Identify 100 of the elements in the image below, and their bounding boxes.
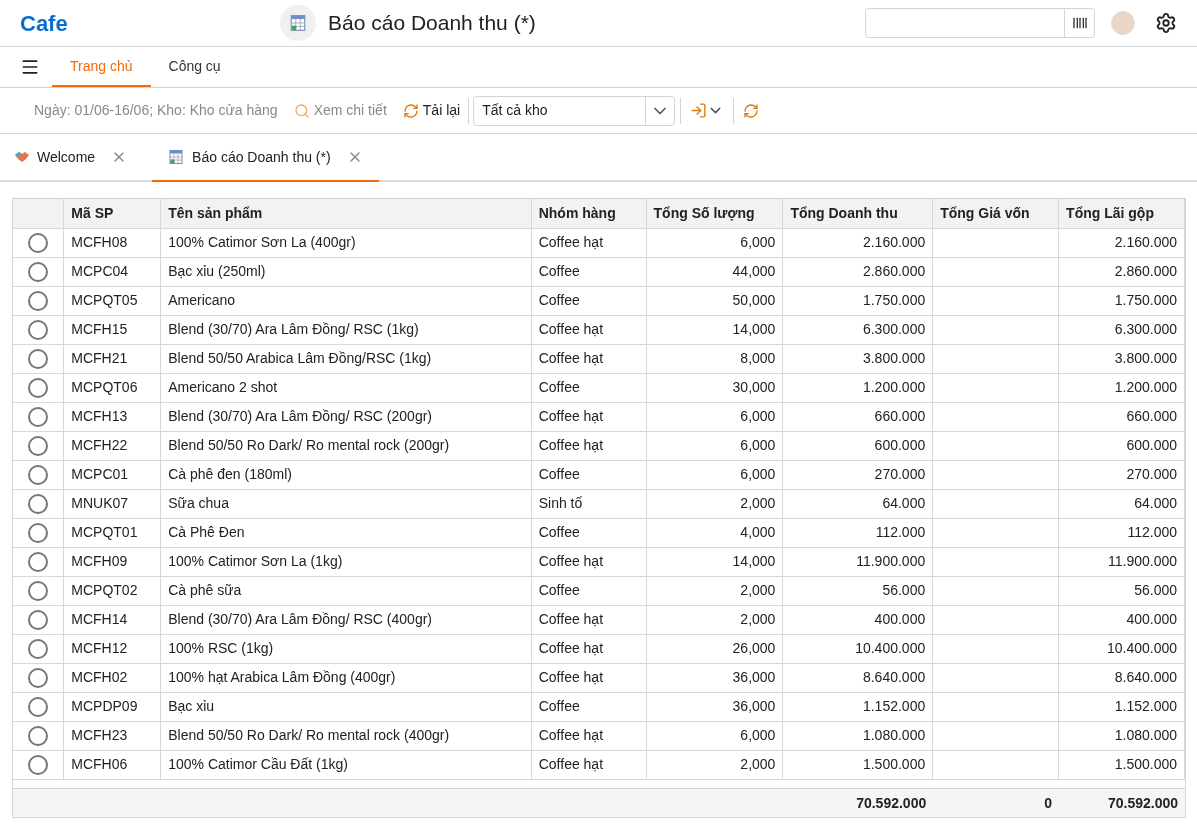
row-radio[interactable] [28, 465, 49, 486]
table-cell: 6,000 [646, 228, 783, 257]
table-cell: Coffee hạt [531, 547, 647, 576]
table-cell: 112.000 [1058, 518, 1185, 547]
table-cell: 44,000 [646, 257, 783, 286]
document-tab[interactable]: Báo cáo Doanh thu (*) [152, 134, 379, 182]
table-cell: 100% Catimor Sơn La (1kg) [160, 547, 532, 576]
table-cell: Coffee hạt [531, 605, 647, 634]
table-cell: Coffee [531, 692, 647, 721]
warehouse-dropdown[interactable]: Tất cả kho [473, 95, 676, 126]
row-radio[interactable] [28, 407, 49, 428]
barcode-icon[interactable] [1071, 15, 1088, 31]
table-cell: MCPDP09 [63, 692, 161, 721]
column-header[interactable]: Nhóm hàng [531, 199, 647, 228]
table-cell: Sữa chua [160, 489, 532, 518]
table-cell: 112.000 [782, 518, 933, 547]
table-cell: Coffee [531, 460, 647, 489]
column-header[interactable]: Tổng Giá vốn [932, 199, 1059, 228]
table-cell: MCFH21 [63, 344, 161, 373]
table-cell: Blend (30/70) Ara Lâm Đồng/ RSC (200gr) [160, 402, 532, 431]
row-radio[interactable] [28, 552, 49, 573]
total-value: 0 [1044, 793, 1053, 813]
table-cell: 6,000 [646, 431, 783, 460]
column-header[interactable]: Tổng Doanh thu [782, 199, 933, 228]
table-cell: Coffee hạt [531, 750, 647, 779]
table-cell: MCFH14 [63, 605, 161, 634]
table-cell: Coffee hạt [531, 431, 647, 460]
row-radio[interactable] [28, 726, 49, 747]
table-cell: Coffee [531, 576, 647, 605]
row-radio[interactable] [28, 755, 49, 776]
table-cell: 400.000 [1058, 605, 1185, 634]
table-cell: 8,000 [646, 344, 783, 373]
table-cell: Coffee [531, 286, 647, 315]
table-cell: MCFH12 [63, 634, 161, 663]
row-radio[interactable] [28, 378, 49, 399]
table-cell: 660.000 [782, 402, 933, 431]
table-cell: 36,000 [646, 692, 783, 721]
row-radio[interactable] [28, 320, 49, 341]
refresh-icon[interactable] [743, 102, 760, 119]
table-cell: Americano [160, 286, 532, 315]
table-cell: 1.750.000 [1058, 286, 1185, 315]
column-header[interactable]: Tổng Lãi gộp [1058, 199, 1185, 228]
row-radio[interactable] [28, 262, 49, 283]
table-cell: 64.000 [1058, 489, 1185, 518]
row-radio[interactable] [28, 610, 49, 631]
table-cell: 1.200.000 [782, 373, 933, 402]
table-cell: Americano 2 shot [160, 373, 532, 402]
row-radio[interactable] [28, 436, 49, 457]
total-value: 70.592.000 [1107, 793, 1178, 813]
row-radio[interactable] [28, 349, 49, 370]
table-cell: 6,000 [646, 721, 783, 750]
table-cell: 400.000 [782, 605, 933, 634]
table-cell: 1.200.000 [1058, 373, 1185, 402]
table-cell: 2.860.000 [782, 257, 933, 286]
table-cell: MCFH22 [63, 431, 161, 460]
column-header[interactable]: Tổng Số lượng [646, 199, 783, 228]
table-cell: 2,000 [646, 489, 783, 518]
row-radio[interactable] [28, 494, 49, 515]
table-cell: 8.640.000 [782, 663, 933, 692]
table-cell: Sinh tố [531, 489, 647, 518]
table-cell: 270.000 [782, 460, 933, 489]
row-radio[interactable] [28, 291, 49, 312]
table-cell: MCFH02 [63, 663, 161, 692]
table-cell: 1.750.000 [782, 286, 933, 315]
table-cell: 270.000 [1058, 460, 1185, 489]
reload-button[interactable]: Tải lại [402, 100, 461, 121]
table-cell: MCFH09 [63, 547, 161, 576]
refresh-icon [402, 102, 419, 119]
search-field[interactable] [865, 8, 1095, 38]
table-cell: MCFH13 [63, 402, 161, 431]
table-cell: 1.152.000 [782, 692, 933, 721]
column-header[interactable]: Mã SP [63, 199, 161, 228]
table-cell: Coffee [531, 373, 647, 402]
menu-icon[interactable] [20, 57, 40, 77]
app-logo[interactable]: Cafe [20, 6, 280, 40]
column-header[interactable]: Tên sản phẩm [160, 199, 532, 228]
table-cell: 56.000 [782, 576, 933, 605]
document-tab[interactable]: Welcome [12, 134, 131, 182]
table-cell: 14,000 [646, 547, 783, 576]
table-cell: 8.640.000 [1058, 663, 1185, 692]
table-cell: MCFH06 [63, 750, 161, 779]
row-radio[interactable] [28, 233, 49, 254]
settings-icon[interactable] [1155, 12, 1177, 34]
table-cell: Cà phê sữa [160, 576, 532, 605]
table-cell: MCPQT05 [63, 286, 161, 315]
search-icon [293, 102, 310, 119]
row-radio[interactable] [28, 581, 49, 602]
tab-label: Welcome [37, 147, 96, 167]
table-cell: Coffee hạt [531, 721, 647, 750]
table-cell: 6,000 [646, 460, 783, 489]
row-radio[interactable] [28, 668, 49, 689]
menu-tab[interactable]: Công cụ [150, 47, 239, 87]
table-cell: 2,000 [646, 605, 783, 634]
row-radio[interactable] [28, 697, 49, 718]
row-radio[interactable] [28, 523, 49, 544]
table-cell: Blend 50/50 Arabica Lâm Đồng/RSC (1kg) [160, 344, 532, 373]
total-value: 70.592.000 [856, 793, 927, 813]
table-cell: 1.152.000 [1058, 692, 1185, 721]
row-radio[interactable] [28, 639, 49, 660]
table-cell: Bạc xỉu (250ml) [160, 257, 532, 286]
